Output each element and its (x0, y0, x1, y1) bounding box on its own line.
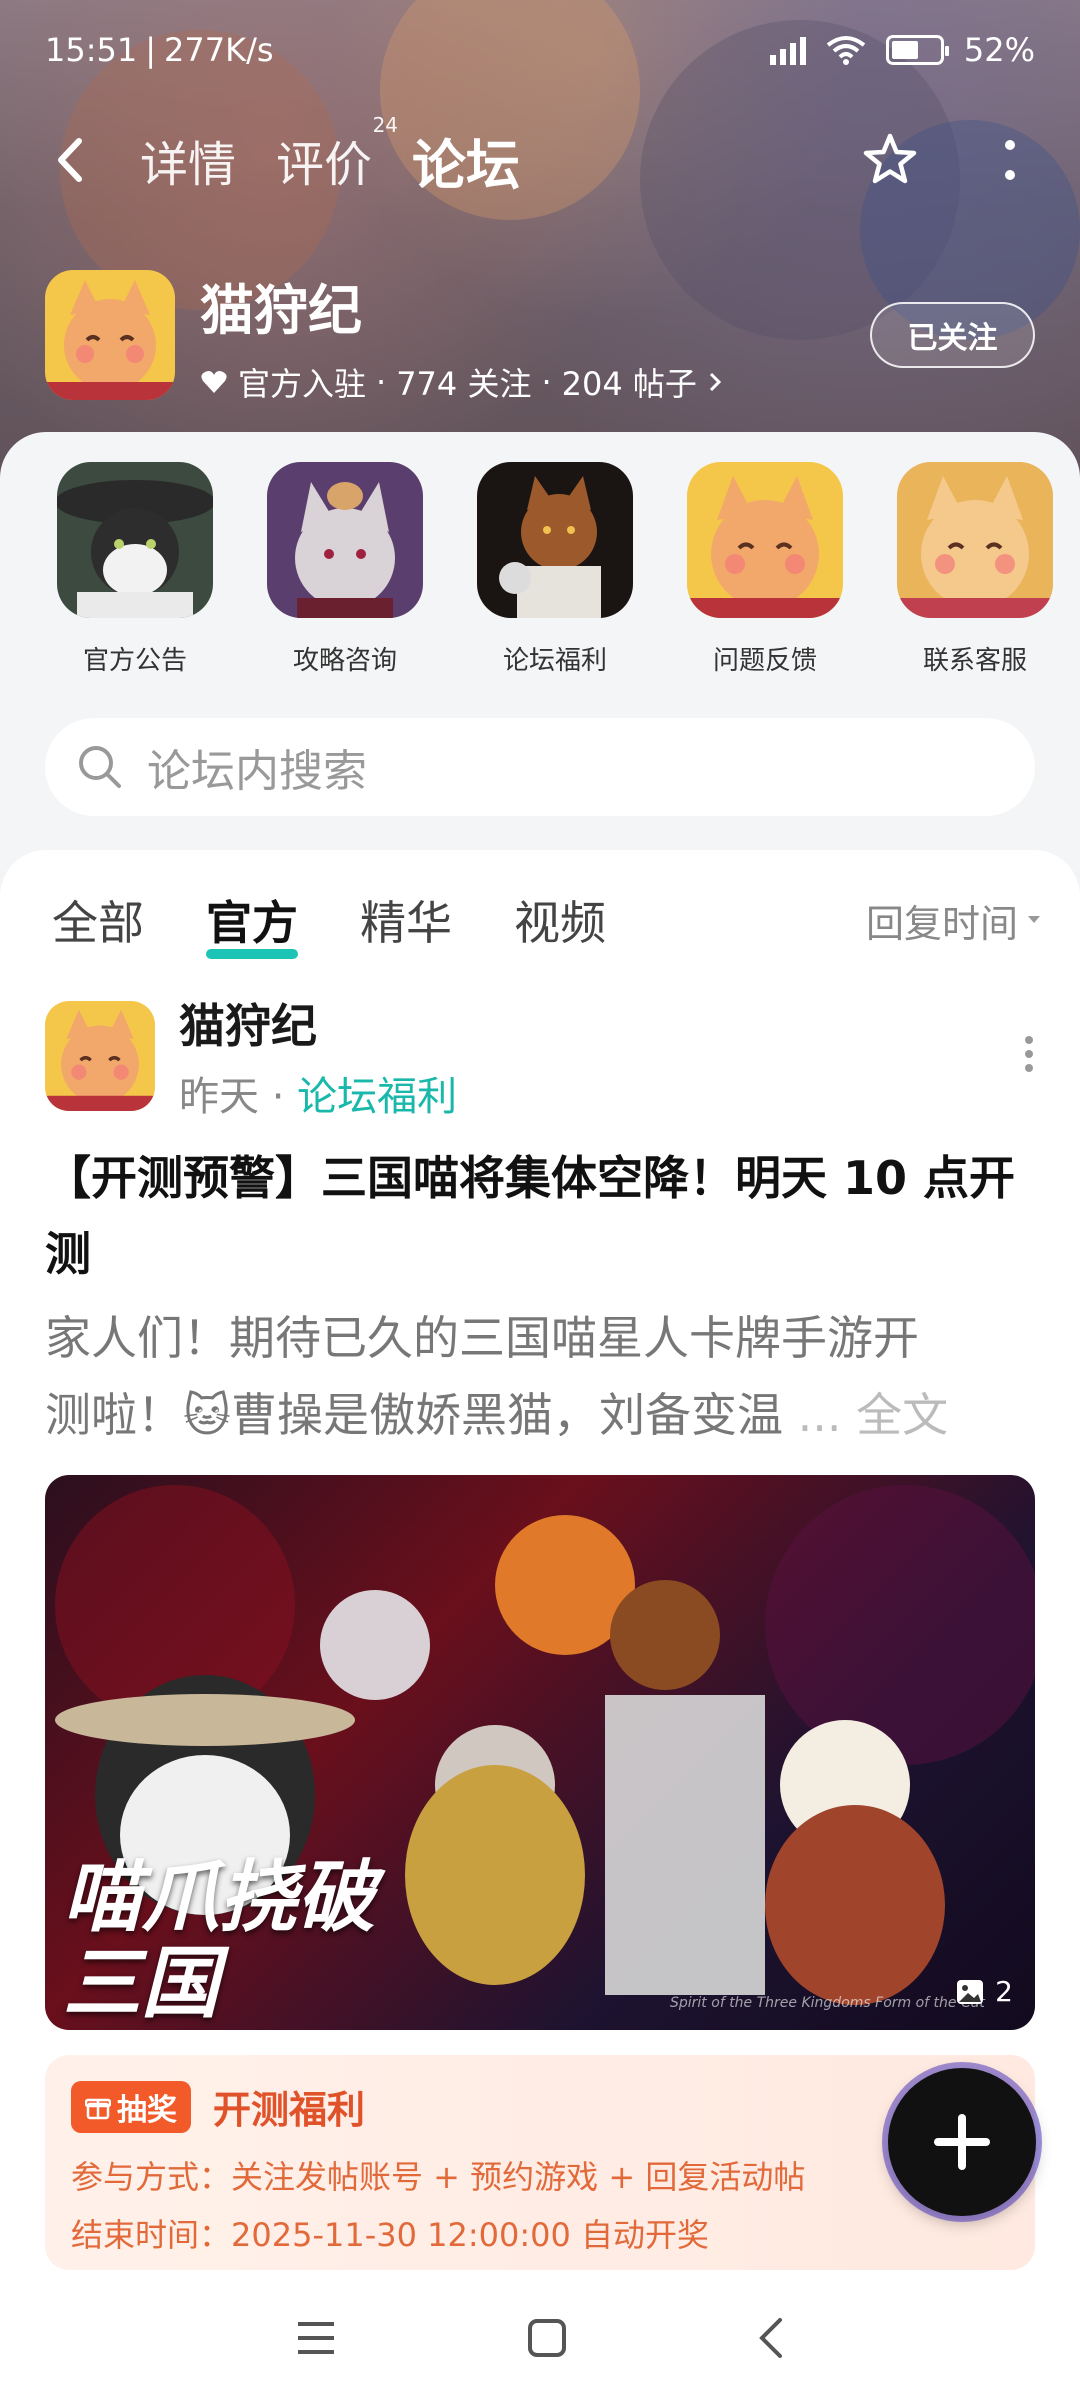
plus-icon (934, 2114, 990, 2170)
sort-label: 回复时间 (865, 901, 1018, 946)
chevron-right-icon (709, 372, 722, 391)
more-vertical-icon (1025, 1036, 1033, 1072)
game-meta[interactable]: 官方入驻 · 774 关注 · 204 帖子 (200, 359, 723, 405)
post-body[interactable]: 家人们！期待已久的三国喵星人卡牌手游开 测啦！🐱曹操是傲娇黑猫，刘备变温 ...… (45, 1300, 1035, 1454)
post-image-title: 喵爪挠破三国 (63, 1853, 376, 2029)
signal-icon (769, 35, 806, 65)
feed-tab-featured[interactable]: 精华 (360, 887, 452, 953)
posts-count: 204 帖子 (561, 364, 697, 403)
search-icon (79, 746, 121, 788)
feed-tabs: 全部 官方 精华 视频 回复时间 (52, 880, 1042, 960)
gift-icon (85, 2098, 111, 2119)
post-image-caption: Spirit of the Three Kingdoms Form of the… (670, 1995, 985, 2011)
meta-dot: · (271, 1074, 298, 1120)
lottery-badge-label: 抽奖 (117, 2092, 177, 2128)
category-feedback[interactable]: 问题反馈 (660, 462, 870, 677)
status-divider: | (145, 31, 156, 69)
more-vertical-icon (1005, 140, 1015, 180)
lottery-participation: 参与方式：关注发帖账号 + 预约游戏 + 回复活动帖 (71, 2158, 806, 2196)
follow-button[interactable]: 已关注 (870, 302, 1035, 368)
category-list: 官方公告 攻略咨询 论坛福利 问题反馈 联系客服 (30, 462, 1080, 677)
back-chevron-icon (759, 2318, 782, 2358)
home-button[interactable] (526, 2317, 568, 2363)
post-image[interactable]: 喵爪挠破三国 Spirit of the Three Kingdoms Form… (45, 1475, 1035, 2030)
tab-forum[interactable]: 论坛 (408, 121, 525, 202)
meta-dot: · (376, 362, 387, 401)
system-nav-bar (0, 2280, 1080, 2400)
game-info: 猫狩纪 官方入驻 · 774 关注 · 204 帖子 已关注 (45, 265, 1035, 405)
home-square-icon (528, 2319, 566, 2357)
feed-tab-all[interactable]: 全部 (52, 887, 144, 953)
lottery-badge: 抽奖 (71, 2080, 191, 2133)
tab-details[interactable]: 详情 (140, 125, 236, 195)
more-options-button[interactable] (980, 130, 1040, 190)
post-title[interactable]: 【开测预警】三国喵将集体空降！明天 10 点开测 (45, 1140, 1035, 1292)
wifi-icon (826, 36, 866, 65)
battery-icon (885, 35, 949, 65)
create-post-button[interactable] (888, 2068, 1036, 2216)
image-icon (957, 1979, 984, 2004)
menu-button[interactable] (294, 2319, 338, 2361)
tab-reviews[interactable]: 评价 24 (276, 113, 398, 195)
menu-icon (298, 2322, 334, 2354)
feed-tab-video[interactable]: 视频 (514, 887, 606, 953)
chevron-left-icon (58, 138, 82, 182)
category-thumbnail (897, 462, 1053, 618)
official-label: 官方入驻 (238, 364, 367, 403)
category-forum-benefits[interactable]: 论坛福利 (450, 462, 660, 677)
game-icon[interactable] (45, 270, 175, 400)
meta-dot: · (541, 362, 552, 401)
back-button[interactable] (40, 130, 100, 190)
star-icon (863, 133, 917, 184)
read-more-link[interactable]: ... 全文 (798, 1388, 949, 1442)
post-body-line: 家人们！期待已久的三国喵星人卡牌手游开 (45, 1311, 919, 1365)
post-body-line: 测啦！🐱曹操是傲娇黑猫，刘备变温 (45, 1388, 783, 1442)
favorite-button[interactable] (860, 130, 920, 190)
verified-heart-icon (201, 370, 227, 393)
system-back-button[interactable] (756, 2316, 786, 2364)
feed-tab-official[interactable]: 官方 (206, 887, 298, 959)
post-time: 昨天 (179, 1074, 259, 1120)
status-speed: 277K/s (164, 31, 274, 69)
status-time: 15:51 (45, 31, 138, 69)
post-author-name[interactable]: 猫狩纪 (179, 990, 457, 1056)
search-placeholder: 论坛内搜索 (147, 746, 367, 797)
reviews-count: 24 (372, 113, 399, 137)
battery-level: 52% (963, 31, 1035, 69)
game-name: 猫狩纪 (200, 278, 362, 342)
category-thumbnail (477, 462, 633, 618)
category-guide-consult[interactable]: 攻略咨询 (240, 462, 450, 677)
category-thumbnail (267, 462, 423, 618)
post-header: 猫狩纪 昨天 · 论坛福利 (45, 999, 1035, 1120)
post-feed: 全部 官方 精华 视频 回复时间 猫狩纪 昨天 · 论坛福利 【开测预警】三国喵… (0, 850, 1080, 2280)
category-official-announcement[interactable]: 官方公告 (30, 462, 240, 677)
status-bar: 15:51 | 277K/s 52% (0, 0, 1080, 100)
post-more-button[interactable] (1023, 1034, 1035, 1078)
category-customer-service[interactable]: 联系客服 (870, 462, 1080, 677)
followers-count: 774 关注 (396, 364, 532, 403)
avatar[interactable] (45, 1001, 155, 1111)
category-thumbnail (57, 462, 213, 618)
image-count: 2 (955, 1975, 1013, 2008)
post-forum-link[interactable]: 论坛福利 (297, 1074, 457, 1120)
sort-dropdown[interactable]: 回复时间 (866, 893, 1042, 948)
lottery-end-time: 结束时间：2025-11-30 12:00:00 自动开奖 (71, 2216, 710, 2254)
caret-down-icon (1028, 916, 1040, 923)
category-thumbnail (687, 462, 843, 618)
top-nav: 详情 评价 24 论坛 (0, 110, 1080, 210)
image-count-value: 2 (995, 1975, 1013, 2008)
search-input[interactable]: 论坛内搜索 (45, 718, 1035, 816)
lottery-title: 开测福利 (213, 2088, 366, 2132)
lottery-card[interactable]: 抽奖 开测福利 参与方式：关注发帖账号 + 预约游戏 + 回复活动帖 结束时间：… (45, 2055, 1035, 2270)
